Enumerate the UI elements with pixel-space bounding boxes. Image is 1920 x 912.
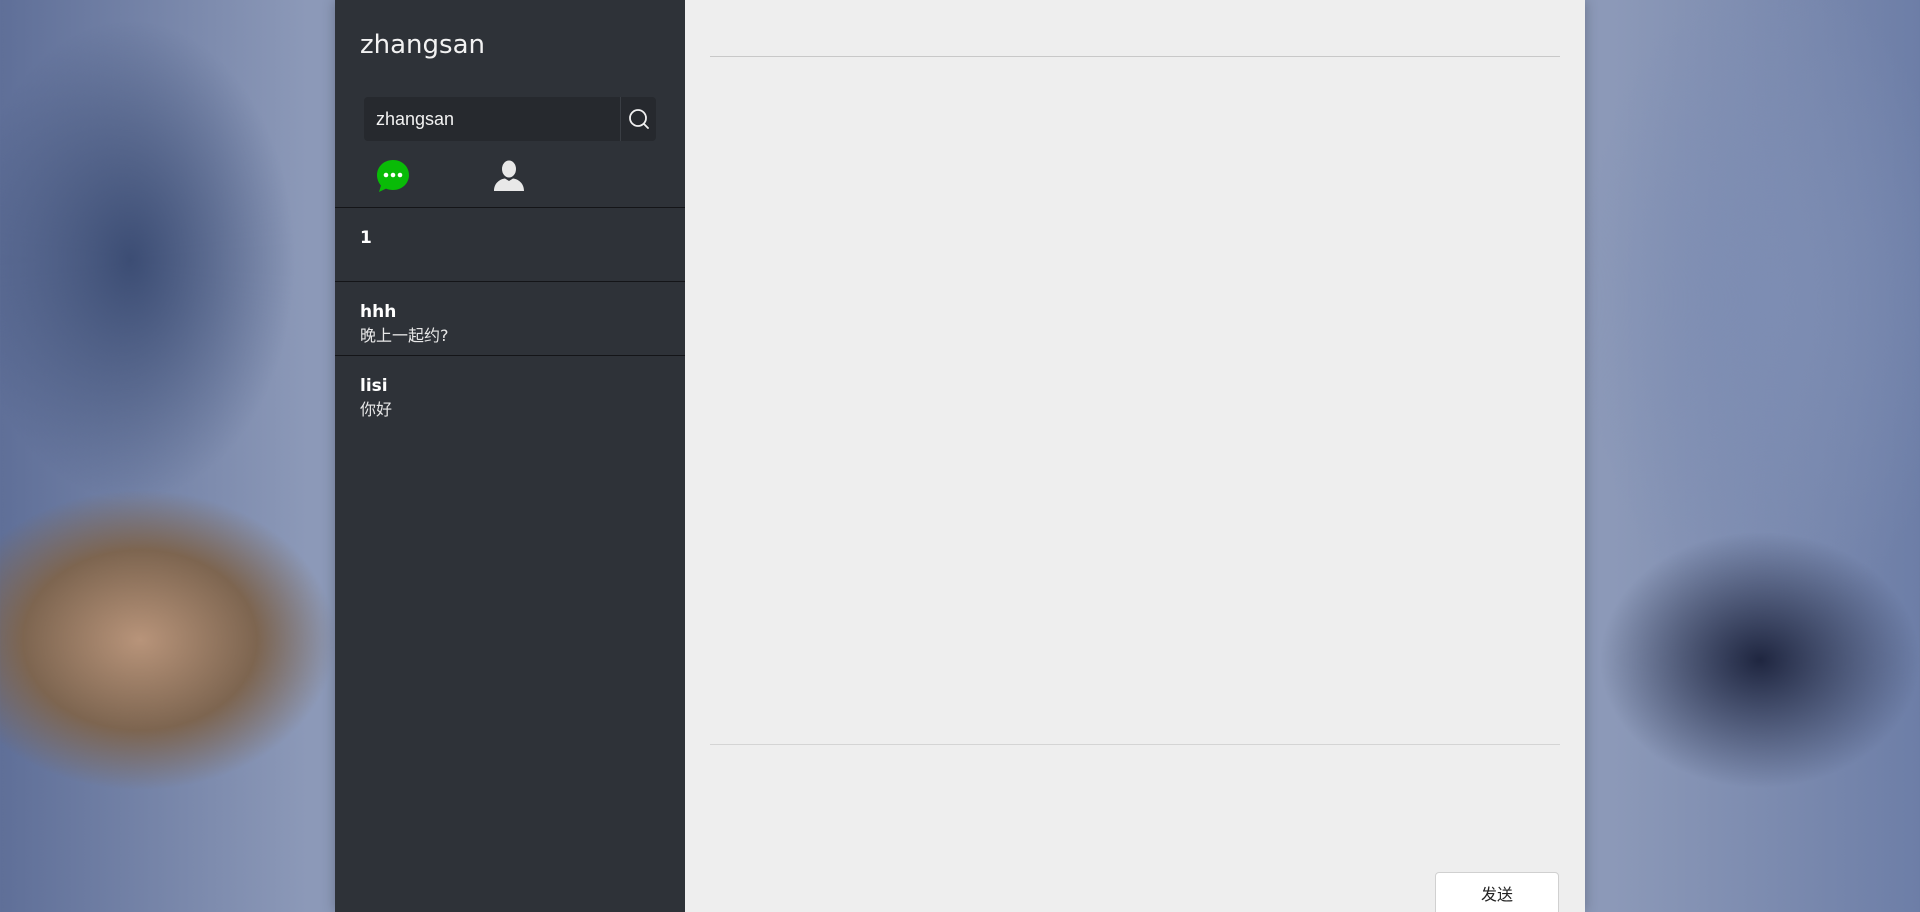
search-button[interactable] [621, 97, 656, 141]
session-item[interactable]: 1 [335, 207, 685, 281]
input-divider [710, 744, 1560, 745]
search-box [364, 97, 656, 141]
session-name: lisi [360, 376, 388, 396]
session-item[interactable]: lisi 你好 [335, 355, 685, 429]
search-input[interactable] [364, 97, 621, 141]
send-button[interactable]: 发送 [1435, 872, 1559, 912]
message-input[interactable] [710, 748, 1564, 872]
chat-bubble-icon [377, 160, 409, 192]
chat-header-divider [710, 56, 1560, 57]
session-last-message: 晚上一起约? [360, 326, 449, 345]
search-icon [628, 109, 649, 129]
chat-app: zhangsan zhangsan 1 hhh 晚上一起约? lisi 你好 发… [335, 0, 1585, 912]
session-name: hhh [360, 302, 397, 322]
session-list: 1 hhh 晚上一起约? lisi 你好 [335, 207, 685, 429]
user-icon [494, 160, 524, 191]
sidebar: zhangsan zhangsan 1 hhh 晚上一起约? lisi 你好 [335, 0, 685, 912]
tab-chats[interactable] [375, 158, 411, 194]
session-name: 1 [360, 228, 372, 248]
nav-tabs [375, 158, 527, 194]
tab-contacts[interactable] [491, 158, 527, 194]
current-user-name: zhangsan [360, 30, 485, 60]
session-last-message: 你好 [360, 400, 393, 419]
message-area[interactable] [710, 58, 1560, 743]
session-item[interactable]: hhh 晚上一起约? [335, 281, 685, 355]
chat-panel: 发送 [685, 0, 1585, 912]
